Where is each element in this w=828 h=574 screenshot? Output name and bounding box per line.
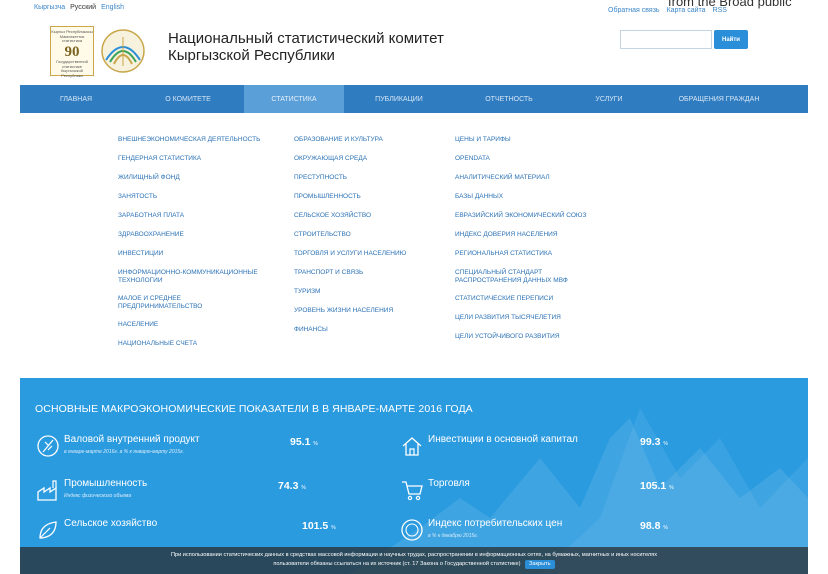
nav-item-about[interactable]: О КОМИТЕТЕ [132,85,244,113]
dropdown-column-2: ОБРАЗОВАНИЕ И КУЛЬТУРА ОКРУЖАЮЩАЯ СРЕДА … [294,136,454,345]
dropdown-column-3: ЦЕНЫ И ТАРИФЫ OPENDATA АНАЛИТИЧЕСКИЙ МАТ… [455,136,625,352]
dropdown-item[interactable]: НАСЕЛЕНИЕ [118,321,278,329]
indicator-note: в % к декабрю 2015г. [428,533,478,539]
dropdown-item[interactable]: ФИНАНСЫ [294,326,454,334]
indicator-value: 99.3 % [640,436,668,448]
indicator-agriculture[interactable]: Сельское хозяйство 101.5 % [36,518,336,548]
notice-text-line2: пользователи обязаны ссылаться на их ист… [20,560,808,569]
indicator-name: Индекс потребительских цен [428,518,563,529]
indicator-gdp[interactable]: Валовой внутренний продукт в январе-март… [36,434,336,464]
dropdown-item[interactable]: ЦЕЛИ УСТОЙЧИВОГО РАЗВИТИЯ [455,333,625,341]
dropdown-item[interactable]: СТРОИТЕЛЬСТВО [294,231,454,239]
leaf-icon [39,521,57,539]
indicator-value: 105.1 % [640,480,674,492]
indicator-name: Торговля [428,478,470,489]
dropdown-item[interactable]: ЦЕЛИ РАЗВИТИЯ ТЫСЯЧЕЛЕТИЯ [455,314,625,322]
dropdown-item[interactable]: БАЗЫ ДАННЫХ [455,193,625,201]
dropdown-item[interactable]: ЖИЛИЩНЫЙ ФОНД [118,174,278,182]
top-links: Обратная связь Карта сайта RSS [608,7,727,14]
search-input[interactable] [620,30,712,49]
dropdown-item[interactable]: СПЕЦИАЛЬНЫЙ СТАНДАРТ РАСПРОСТРАНЕНИЯ ДАН… [455,269,605,285]
lang-russian[interactable]: Русский [70,4,96,11]
dropdown-item[interactable]: ЕВРАЗИЙСКИЙ ЭКОНОМИЧЕСКИЙ СОЮЗ [455,212,625,220]
dropdown-item[interactable]: ЗАНЯТОСТЬ [118,193,278,201]
dropdown-item[interactable]: СЕЛЬСКОЕ ХОЗЯЙСТВО [294,212,454,220]
indicator-value: 95.1 % [290,436,318,448]
factory-icon [37,480,57,501]
macro-title: ОСНОВНЫЕ МАКРОЭКОНОМИЧЕСКИЕ ПОКАЗАТЕЛИ В… [35,403,473,415]
dropdown-item[interactable]: ЗДРАВООХРАНЕНИЕ [118,231,278,239]
indicator-value: 74.3 % [278,480,306,492]
gdp-icon [37,435,59,457]
usage-notice-banner: При использовании статистических данных … [20,547,808,574]
logo-badge-line1: Кыргыз Республикасы Мамлекеттик статисти… [51,29,93,44]
nav-item-statistics[interactable]: СТАТИСТИКА [244,85,344,113]
dropdown-item[interactable]: ЗАРАБОТНАЯ ПЛАТА [118,212,278,220]
dropdown-column-1: ВНЕШНЕЭКОНОМИЧЕСКАЯ ДЕЯТЕЛЬНОСТЬ ГЕНДЕРН… [118,136,278,359]
house-icon [402,437,422,456]
dropdown-item[interactable]: ГЕНДЕРНАЯ СТАТИСТИКА [118,155,278,163]
indicator-name: Инвестиции в основной капитал [428,434,578,445]
dropdown-item[interactable]: ТУРИЗМ [294,288,454,296]
indicator-trade[interactable]: Торговля 105.1 % [400,478,700,508]
statistics-dropdown: ВНЕШНЕЭКОНОМИЧЕСКАЯ ДЕЯТЕЛЬНОСТЬ ГЕНДЕРН… [20,113,808,378]
anniversary-logo[interactable]: Кыргыз Республикасы Мамлекеттик статисти… [50,26,94,79]
dropdown-item[interactable]: ИНВЕСТИЦИИ [118,250,278,258]
notice-close-button[interactable]: Закрыть [525,560,555,569]
indicator-note: в январе-марте 2016г. в % к январю-марту… [64,449,185,455]
dropdown-item[interactable]: ПРЕСТУПНОСТЬ [294,174,454,182]
nav-item-home[interactable]: ГЛАВНАЯ [20,85,132,113]
dropdown-item[interactable]: МАЛОЕ И СРЕДНЕЕ ПРЕДПРИНИМАТЕЛЬСТВО [118,295,238,311]
dropdown-item[interactable]: ПРОМЫШЛЕННОСТЬ [294,193,454,201]
dropdown-item[interactable]: ВНЕШНЕЭКОНОМИЧЕСКАЯ ДЕЯТЕЛЬНОСТЬ [118,136,278,144]
coin-icon [401,519,423,541]
dropdown-item[interactable]: ОКРУЖАЮЩАЯ СРЕДА [294,155,454,163]
site-title-line2: Кыргызской Республики [168,47,335,64]
site-title-line1: Национальный статистический комитет [168,30,444,47]
dropdown-item[interactable]: НАЦИОНАЛЬНЫЕ СЧЕТА [118,340,278,348]
dropdown-item[interactable]: ТРАНСПОРТ И СВЯЗЬ [294,269,454,277]
nav-item-appeals[interactable]: ОБРАЩЕНИЯ ГРАЖДАН [654,85,784,113]
lang-kyrgyz[interactable]: Кыргызча [34,4,65,11]
dropdown-item[interactable]: УРОВЕНЬ ЖИЗНИ НАСЕЛЕНИЯ [294,307,454,315]
main-nav: ГЛАВНАЯ О КОМИТЕТЕ СТАТИСТИКА ПУБЛИКАЦИИ… [20,85,808,113]
indicator-investment[interactable]: Инвестиции в основной капитал 99.3 % [400,434,700,464]
macro-indicators-section: ОСНОВНЫЕ МАКРОЭКОНОМИЧЕСКИЕ ПОКАЗАТЕЛИ В… [20,378,808,574]
dropdown-item[interactable]: РЕГИОНАЛЬНАЯ СТАТИСТИКА [455,250,625,258]
nav-item-reporting[interactable]: ОТЧЕТНОСТЬ [454,85,564,113]
site-title: Национальный статистический комитет Кырг… [168,30,444,64]
dropdown-item[interactable]: СТАТИСТИЧЕСКИЕ ПЕРЕПИСИ [455,295,625,303]
cart-icon [402,481,423,501]
indicator-value: 98.8 % [640,520,668,532]
indicator-name: Сельское хозяйство [64,518,158,529]
indicator-value: 101.5 % [302,520,336,532]
dropdown-item[interactable]: ОБРАЗОВАНИЕ И КУЛЬТУРА [294,136,454,144]
dropdown-item[interactable]: ИНФОРМАЦИОННО-КОММУНИКАЦИОННЫЕ ТЕХНОЛОГИ… [118,269,268,285]
feedback-link[interactable]: Обратная связь [608,7,660,14]
search-button[interactable]: Найти [714,30,748,49]
nav-item-services[interactable]: УСЛУГИ [564,85,654,113]
dropdown-item[interactable]: ЦЕНЫ И ТАРИФЫ [455,136,625,144]
dropdown-item[interactable]: ТОРГОВЛЯ И УСЛУГИ НАСЕЛЕНИЮ [294,250,454,258]
indicator-cpi[interactable]: Индекс потребительских цен в % к декабрю… [400,518,700,548]
notice-text-line1: При использовании статистических данных … [171,552,657,558]
lang-english[interactable]: English [101,4,124,11]
rss-link[interactable]: RSS [713,7,727,14]
dropdown-item[interactable]: АНАЛИТИЧЕСКИЙ МАТЕРИАЛ [455,174,625,182]
emblem-logo-icon[interactable] [100,28,146,74]
logo-badge-number: 90 [64,43,80,60]
logo-badge-line2: Государственной статистике Кыргызской Ре… [56,59,88,79]
language-switcher: Кыргызча Русский English [34,4,124,11]
notice-text-line2-text: пользователи обязаны ссылаться на их ист… [273,561,521,567]
nav-item-publications[interactable]: ПУБЛИКАЦИИ [344,85,454,113]
dropdown-item[interactable]: OPENDATA [455,155,625,163]
indicator-industry[interactable]: Промышленность Индекс физического объема… [36,478,336,508]
sitemap-link[interactable]: Карта сайта [667,7,706,14]
indicator-name: Валовой внутренний продукт [64,434,200,445]
dropdown-item[interactable]: ИНДЕКС ДОВЕРИЯ НАСЕЛЕНИЯ [455,231,625,239]
indicator-name: Промышленность [64,478,148,489]
indicator-note: Индекс физического объема [64,493,132,499]
